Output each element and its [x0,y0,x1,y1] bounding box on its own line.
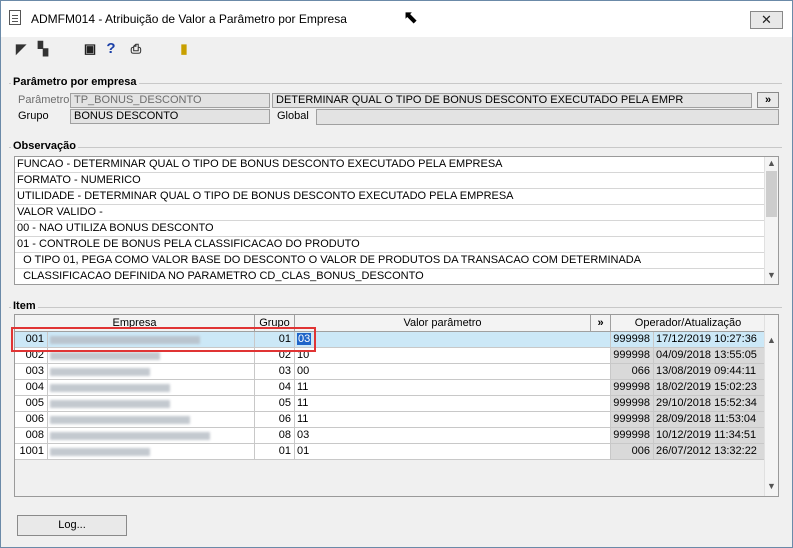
row-code-cell[interactable]: 004 [15,380,48,396]
item-section-title: Item [11,300,38,312]
scroll-up-icon[interactable]: ▲ [765,158,778,168]
global-label: Global [277,110,309,122]
row-empresa-cell[interactable] [48,380,255,396]
row-empresa-cell[interactable] [48,396,255,412]
observation-line: UTILIDADE - DETERMINAR QUAL O TIPO DE BO… [15,189,766,205]
row-data-cell: 13/08/2019 09:44:11 [654,364,766,380]
row-code-cell[interactable]: 006 [15,412,48,428]
row-code-cell[interactable]: 005 [15,396,48,412]
row-grupo-cell[interactable]: 01 [255,444,295,460]
redacted-name [50,352,160,360]
row-operador-cell: 999998 [611,396,654,412]
observation-scrollbar[interactable]: ▲ ▼ [764,157,778,284]
observation-line: FUNCAO - DETERMINAR QUAL O TIPO DE BONUS… [15,157,766,173]
print-icon[interactable]: ⎙ [127,40,145,58]
redacted-name [50,400,170,408]
row-operador-cell: 006 [611,444,654,460]
row-valor-cell[interactable]: 03 [295,428,611,444]
row-data-cell: 28/09/2018 11:53:04 [654,412,766,428]
row-code-cell[interactable]: 008 [15,428,48,444]
redacted-name [50,448,150,456]
row-operador-cell: 066 [611,364,654,380]
param-expand-button[interactable]: » [757,92,779,108]
close-button[interactable]: ✕ [750,11,783,29]
row-operador-cell: 999998 [611,332,654,348]
row-valor-cell[interactable]: 11 [295,380,611,396]
row-grupo-cell[interactable]: 08 [255,428,295,444]
row-empresa-cell[interactable] [48,428,255,444]
window-title: ADMFM014 - Atribuição de Valor a Parâmet… [31,12,347,26]
row-grupo-cell[interactable]: 06 [255,412,295,428]
log-button[interactable]: Log... [17,515,127,536]
row-operador-cell: 999998 [611,428,654,444]
row-code-cell[interactable]: 003 [15,364,48,380]
observation-line: VALOR VALIDO - [15,205,766,221]
highlight-box [11,327,316,352]
row-operador-cell: 999998 [611,380,654,396]
row-data-cell: 26/07/2012 13:32:22 [654,444,766,460]
param-section-title: Parâmetro por empresa [11,76,139,88]
row-grupo-cell[interactable]: 03 [255,364,295,380]
row-valor-cell[interactable]: 03 [295,332,611,348]
observation-line: O TIPO 01, PEGA COMO VALOR BASE DO DESCO… [15,253,766,269]
column-expand-button[interactable]: » [591,315,611,332]
scroll-thumb[interactable] [766,171,777,217]
row-data-cell: 17/12/2019 10:27:36 [654,332,766,348]
param-field[interactable]: TP_BONUS_DESCONTO [70,93,270,108]
row-data-cell: 10/12/2019 11:34:51 [654,428,766,444]
arrow-left-icon[interactable]: ◤ [12,40,30,58]
grid-icon[interactable]: ▚ [34,40,52,58]
exit-icon[interactable]: ▮ [175,40,193,58]
row-data-cell: 04/09/2018 13:55:05 [654,348,766,364]
redacted-name [50,384,170,392]
observation-line: 00 - NAO UTILIZA BONUS DESCONTO [15,221,766,237]
save-icon[interactable]: ▣ [81,40,99,58]
mouse-cursor-icon: ⬉ [403,7,419,27]
row-data-cell: 18/02/2019 15:02:23 [654,380,766,396]
row-valor-cell[interactable]: 11 [295,412,611,428]
param-description-field[interactable]: DETERMINAR QUAL O TIPO DE BONUS DESCONTO… [272,93,752,108]
toolbar: ◤ ▚ ▣ ? ⎙ ▮ [1,37,792,61]
row-data-cell: 29/10/2018 15:52:34 [654,396,766,412]
row-valor-cell[interactable]: 01 [295,444,611,460]
column-header-operador[interactable]: Operador/Atualização [611,315,766,332]
redacted-name [50,368,150,376]
row-empresa-cell[interactable] [48,412,255,428]
row-valor-cell[interactable]: 11 [295,396,611,412]
application-window: ADMFM014 - Atribuição de Valor a Parâmet… [0,0,793,548]
column-header-valor[interactable]: Valor parâmetro [295,315,591,332]
row-code-cell[interactable]: 1001 [15,444,48,460]
global-field[interactable] [316,109,779,125]
group-label: Grupo [18,110,49,122]
observation-textarea[interactable]: FUNCAO - DETERMINAR QUAL O TIPO DE BONUS… [14,156,779,285]
title-bar: ADMFM014 - Atribuição de Valor a Parâmet… [1,1,792,37]
help-icon[interactable]: ? [102,40,120,58]
document-icon [9,10,21,25]
row-empresa-cell[interactable] [48,364,255,380]
redacted-name [50,416,190,424]
scroll-down-icon[interactable]: ▼ [765,481,778,491]
observation-section-title: Observação [11,140,78,152]
observation-line: CLASSIFICACAO DEFINIDA NO PARAMETRO CD_C… [15,269,766,284]
row-empresa-cell[interactable] [48,444,255,460]
observation-line: 01 - CONTROLE DE BONUS PELA CLASSIFICACA… [15,237,766,253]
redacted-name [50,432,210,440]
row-valor-cell[interactable]: 00 [295,364,611,380]
group-field[interactable]: BONUS DESCONTO [70,109,270,124]
grid-scrollbar[interactable]: ▲ ▼ [764,315,778,496]
scroll-down-icon[interactable]: ▼ [765,270,778,280]
scroll-up-icon[interactable]: ▲ [765,335,778,345]
row-grupo-cell[interactable]: 04 [255,380,295,396]
row-valor-cell[interactable]: 10 [295,348,611,364]
row-operador-cell: 999998 [611,412,654,428]
param-label: Parâmetro [18,94,70,106]
observation-line: FORMATO - NUMERICO [15,173,766,189]
row-grupo-cell[interactable]: 05 [255,396,295,412]
row-operador-cell: 999998 [611,348,654,364]
